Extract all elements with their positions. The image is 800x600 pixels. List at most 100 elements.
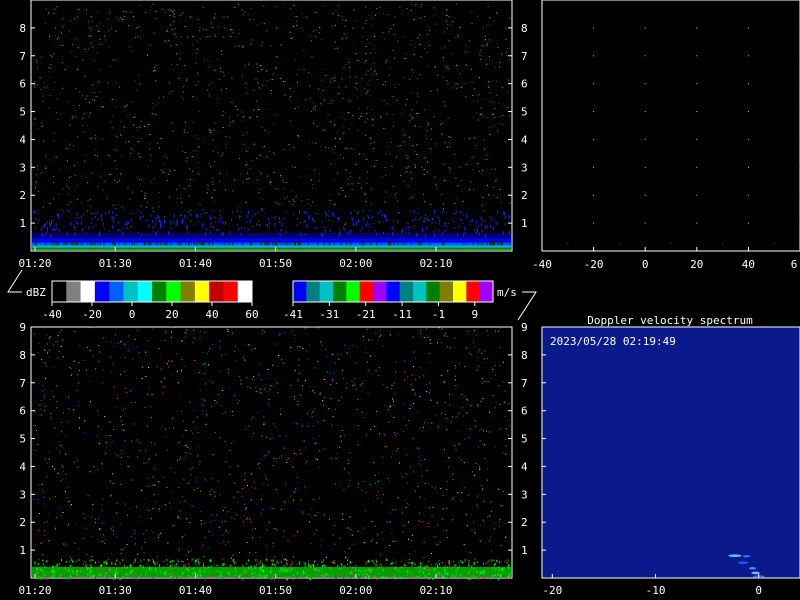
noise-pixel — [158, 508, 160, 510]
velocity-ytick-label-right: 7 — [521, 377, 528, 390]
noise-pixel — [119, 416, 121, 418]
noise-pixel — [260, 379, 262, 381]
ground-speckle — [496, 559, 498, 563]
noise-pixel — [493, 186, 495, 188]
noise-pixel — [280, 44, 282, 46]
noise-pixel — [153, 32, 155, 34]
ground-speckle — [375, 563, 377, 567]
noise-pixel — [281, 455, 283, 457]
noise-pixel — [247, 485, 249, 487]
noise-pixel — [232, 32, 234, 34]
noise-pixel — [402, 135, 404, 137]
ground-speckle — [125, 573, 127, 575]
noise-pixel — [412, 366, 414, 368]
ground-speckle — [385, 568, 387, 572]
ground-speckle — [283, 558, 285, 561]
noise-pixel — [267, 369, 269, 371]
ground-speckle — [409, 575, 411, 579]
echo-spike — [382, 213, 384, 216]
noise-pixel — [224, 440, 226, 442]
noise-pixel — [490, 100, 492, 102]
noise-pixel — [409, 466, 411, 468]
noise-pixel — [244, 359, 246, 361]
noise-pixel — [97, 435, 99, 437]
noise-pixel — [363, 192, 365, 194]
echo-spike — [213, 226, 215, 229]
ms-colorbar-swatch — [386, 281, 401, 302]
ground-speckle — [492, 574, 494, 577]
noise-pixel — [268, 451, 270, 453]
ground-speckle — [80, 570, 82, 572]
ground-speckle — [441, 573, 443, 576]
noise-pixel — [479, 114, 481, 116]
noise-pixel — [182, 420, 184, 422]
echo-gap — [491, 241, 493, 246]
noise-pixel — [458, 36, 460, 38]
echo-spike — [239, 215, 241, 220]
noise-pixel — [79, 91, 81, 93]
noise-pixel — [203, 399, 205, 401]
noise-pixel — [51, 56, 53, 58]
noise-pixel — [135, 401, 137, 403]
noise-pixel — [177, 382, 179, 384]
ground-speckle — [133, 562, 135, 565]
ground-speckle — [69, 577, 71, 581]
ground-speckle — [135, 577, 137, 581]
noise-pixel — [479, 466, 481, 468]
echo-spike — [46, 232, 48, 234]
noise-pixel — [234, 394, 236, 396]
dbz-colorbar-swatch — [94, 281, 110, 302]
noise-pixel — [59, 332, 61, 334]
grid-dot — [644, 27, 646, 29]
noise-pixel — [301, 385, 303, 387]
noise-pixel — [442, 208, 444, 210]
echo-spike — [244, 227, 246, 230]
noise-pixel — [77, 47, 79, 49]
ground-speckle — [116, 571, 118, 575]
noise-pixel — [211, 82, 213, 84]
noise-pixel — [90, 35, 92, 37]
noise-pixel — [193, 359, 195, 361]
noise-pixel — [430, 203, 432, 205]
ground-speckle — [317, 564, 319, 566]
noise-pixel — [246, 150, 248, 152]
noise-pixel — [447, 83, 449, 85]
dbz-colorbar-swatch — [166, 281, 182, 302]
noise-pixel — [354, 377, 356, 379]
noise-pixel — [447, 466, 449, 468]
ground-speckle — [500, 574, 502, 577]
ground-speckle — [377, 568, 379, 571]
noise-pixel — [361, 490, 363, 492]
noise-pixel — [430, 148, 432, 150]
noise-pixel — [424, 16, 426, 18]
noise-pixel — [412, 71, 414, 73]
echo-gap — [90, 241, 92, 246]
noise-pixel — [507, 48, 509, 50]
echo-spike — [159, 224, 161, 229]
noise-pixel — [165, 11, 167, 13]
echo-spike — [219, 214, 221, 217]
noise-pixel — [470, 221, 472, 223]
noise-pixel — [247, 386, 249, 388]
noise-pixel — [249, 344, 251, 346]
noise-pixel — [170, 492, 172, 494]
noise-pixel — [209, 521, 211, 523]
ground-speckle — [210, 559, 212, 563]
ground-speckle — [254, 565, 256, 568]
noise-pixel — [397, 497, 399, 499]
ground-speckle — [340, 572, 342, 576]
noise-pixel — [329, 200, 331, 202]
ground-speckle — [148, 567, 150, 571]
noise-pixel — [35, 429, 37, 431]
echo-gap — [402, 241, 404, 246]
noise-pixel — [46, 334, 48, 336]
echo-gap — [155, 241, 157, 246]
echo-spike — [197, 214, 199, 218]
noise-pixel — [411, 69, 413, 71]
noise-pixel — [253, 109, 255, 111]
noise-pixel — [237, 33, 239, 35]
ground-speckle — [497, 566, 499, 569]
ground-speckle — [174, 564, 176, 567]
noise-pixel — [302, 512, 304, 514]
noise-pixel — [313, 499, 315, 501]
